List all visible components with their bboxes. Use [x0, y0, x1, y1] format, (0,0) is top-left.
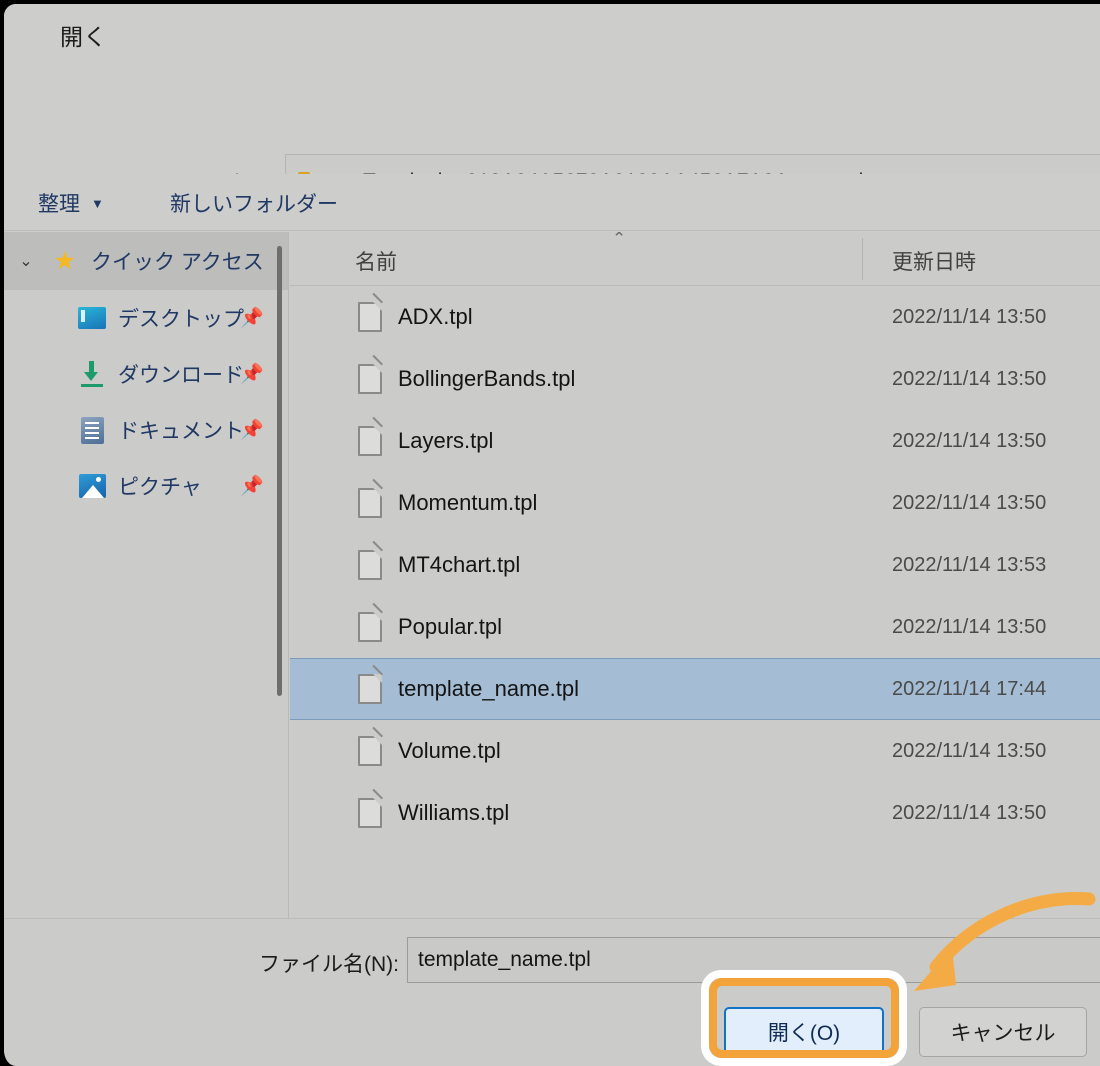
- column-divider[interactable]: [862, 238, 863, 280]
- sidebar-item-downloads[interactable]: ダウンロード 📌: [4, 346, 288, 402]
- file-list-pane: 名前 ⌃ 更新日時 ADX.tpl 2022/11/14 13:50 Bolling…: [290, 232, 1100, 918]
- file-icon: [358, 354, 383, 394]
- file-name: Popular.tpl: [398, 614, 502, 639]
- open-button[interactable]: 開く(O): [724, 1007, 884, 1057]
- table-row[interactable]: Popular.tpl 2022/11/14 13:50: [290, 596, 1100, 658]
- chevron-down-icon: ▼: [91, 195, 104, 211]
- sidebar-item-documents[interactable]: ドキュメント 📌: [4, 402, 288, 458]
- file-icon: [358, 726, 383, 766]
- dialog-footer: ファイル名(N): 開く(O) キャンセル: [4, 918, 1100, 1066]
- file-date-modified: 2022/11/14 13:50: [892, 801, 1047, 824]
- file-name: template_name.tpl: [398, 676, 579, 701]
- filename-label: ファイル名(N):: [259, 953, 399, 976]
- pin-icon[interactable]: 📌: [240, 362, 264, 386]
- organize-label: 整理: [38, 193, 80, 216]
- file-date-modified: 2022/11/14 13:53: [892, 553, 1047, 576]
- file-icon: [358, 416, 383, 456]
- open-file-dialog: 開く ← → ⌄ ↑ « Terminal › 012A34A5678A0123…: [0, 0, 1100, 1066]
- title-bar: 開く: [4, 4, 1100, 66]
- table-row[interactable]: Momentum.tpl 2022/11/14 13:50: [290, 472, 1100, 534]
- file-name: Williams.tpl: [398, 800, 510, 825]
- desktop-icon: [75, 304, 109, 332]
- table-row[interactable]: Layers.tpl 2022/11/14 13:50: [290, 410, 1100, 472]
- sidebar-item-quick-access[interactable]: ⌄ ★ クイック アクセス: [4, 232, 288, 290]
- pin-icon[interactable]: 📌: [240, 418, 264, 442]
- file-date-modified: 2022/11/14 13:50: [892, 739, 1047, 762]
- new-folder-button[interactable]: 新しいフォルダー: [170, 188, 338, 218]
- sidebar-item-label: ピクチャ: [118, 476, 202, 499]
- table-row[interactable]: Volume.tpl 2022/11/14 13:50: [290, 720, 1100, 782]
- column-header-date-modified[interactable]: 更新日時: [892, 246, 976, 276]
- file-date-modified: 2022/11/14 13:50: [892, 429, 1047, 452]
- file-name: BollingerBands.tpl: [398, 366, 576, 391]
- file-name: ADX.tpl: [398, 304, 473, 329]
- sort-ascending-icon: ⌃: [612, 232, 627, 248]
- sidebar-scrollbar-thumb[interactable]: [277, 246, 282, 696]
- sidebar-item-pictures[interactable]: ピクチャ 📌: [4, 458, 288, 514]
- toolbar: 整理 ▼ 新しいフォルダー: [4, 174, 1100, 231]
- table-row[interactable]: BollingerBands.tpl 2022/11/14 13:50: [290, 348, 1100, 410]
- table-row[interactable]: Williams.tpl 2022/11/14 13:50: [290, 782, 1100, 844]
- sidebar-item-label: ドキュメント: [118, 420, 244, 443]
- table-row[interactable]: MT4chart.tpl 2022/11/14 13:53: [290, 534, 1100, 596]
- file-icon: [358, 664, 383, 704]
- file-icon: [358, 788, 383, 828]
- file-date-modified: 2022/11/14 13:50: [892, 305, 1047, 328]
- sidebar-item-label: デスクトップ: [118, 308, 244, 331]
- cancel-button[interactable]: キャンセル: [919, 1007, 1087, 1057]
- pin-icon[interactable]: 📌: [240, 474, 264, 498]
- documents-icon: [75, 416, 109, 444]
- file-rows-container: ADX.tpl 2022/11/14 13:50 BollingerBands.tp…: [290, 286, 1100, 844]
- file-icon: [358, 540, 383, 580]
- pictures-icon: [75, 472, 109, 500]
- table-row[interactable]: ADX.tpl 2022/11/14 13:50: [290, 286, 1100, 348]
- chevron-down-icon[interactable]: ⌄: [4, 251, 48, 271]
- star-icon: ★: [53, 246, 77, 275]
- table-row[interactable]: template_name.tpl 2022/11/14 17:44: [290, 658, 1100, 720]
- file-icon: [358, 478, 383, 518]
- navigation-sidebar: ⌄ ★ クイック アクセス デスクトップ 📌 ダウンロード 📌 ドキュメント 📌: [4, 232, 289, 918]
- file-name: Layers.tpl: [398, 428, 494, 453]
- file-name: MT4chart.tpl: [398, 552, 521, 577]
- pin-icon[interactable]: 📌: [240, 306, 264, 330]
- file-date-modified: 2022/11/14 17:44: [892, 677, 1047, 700]
- file-name: Momentum.tpl: [398, 490, 538, 515]
- file-date-modified: 2022/11/14 13:50: [892, 367, 1047, 390]
- filename-input[interactable]: [407, 937, 1100, 983]
- dialog-title: 開く: [60, 24, 107, 50]
- file-date-modified: 2022/11/14 13:50: [892, 491, 1047, 514]
- file-icon: [358, 292, 383, 332]
- column-header-name[interactable]: 名前: [355, 246, 397, 276]
- column-header-row: 名前 ⌃ 更新日時: [290, 232, 1100, 286]
- navigation-bar: ← → ⌄ ↑ « Terminal › 012A34A5678A0123AA4…: [4, 66, 1100, 210]
- sidebar-item-label: ダウンロード: [118, 364, 244, 387]
- sidebar-item-desktop[interactable]: デスクトップ 📌: [4, 290, 288, 346]
- download-icon: [75, 360, 109, 388]
- sidebar-item-label: クイック アクセス: [91, 251, 264, 274]
- file-icon: [358, 602, 383, 642]
- file-name: Volume.tpl: [398, 738, 501, 763]
- file-date-modified: 2022/11/14 13:50: [892, 615, 1047, 638]
- organize-button[interactable]: 整理 ▼: [38, 188, 104, 218]
